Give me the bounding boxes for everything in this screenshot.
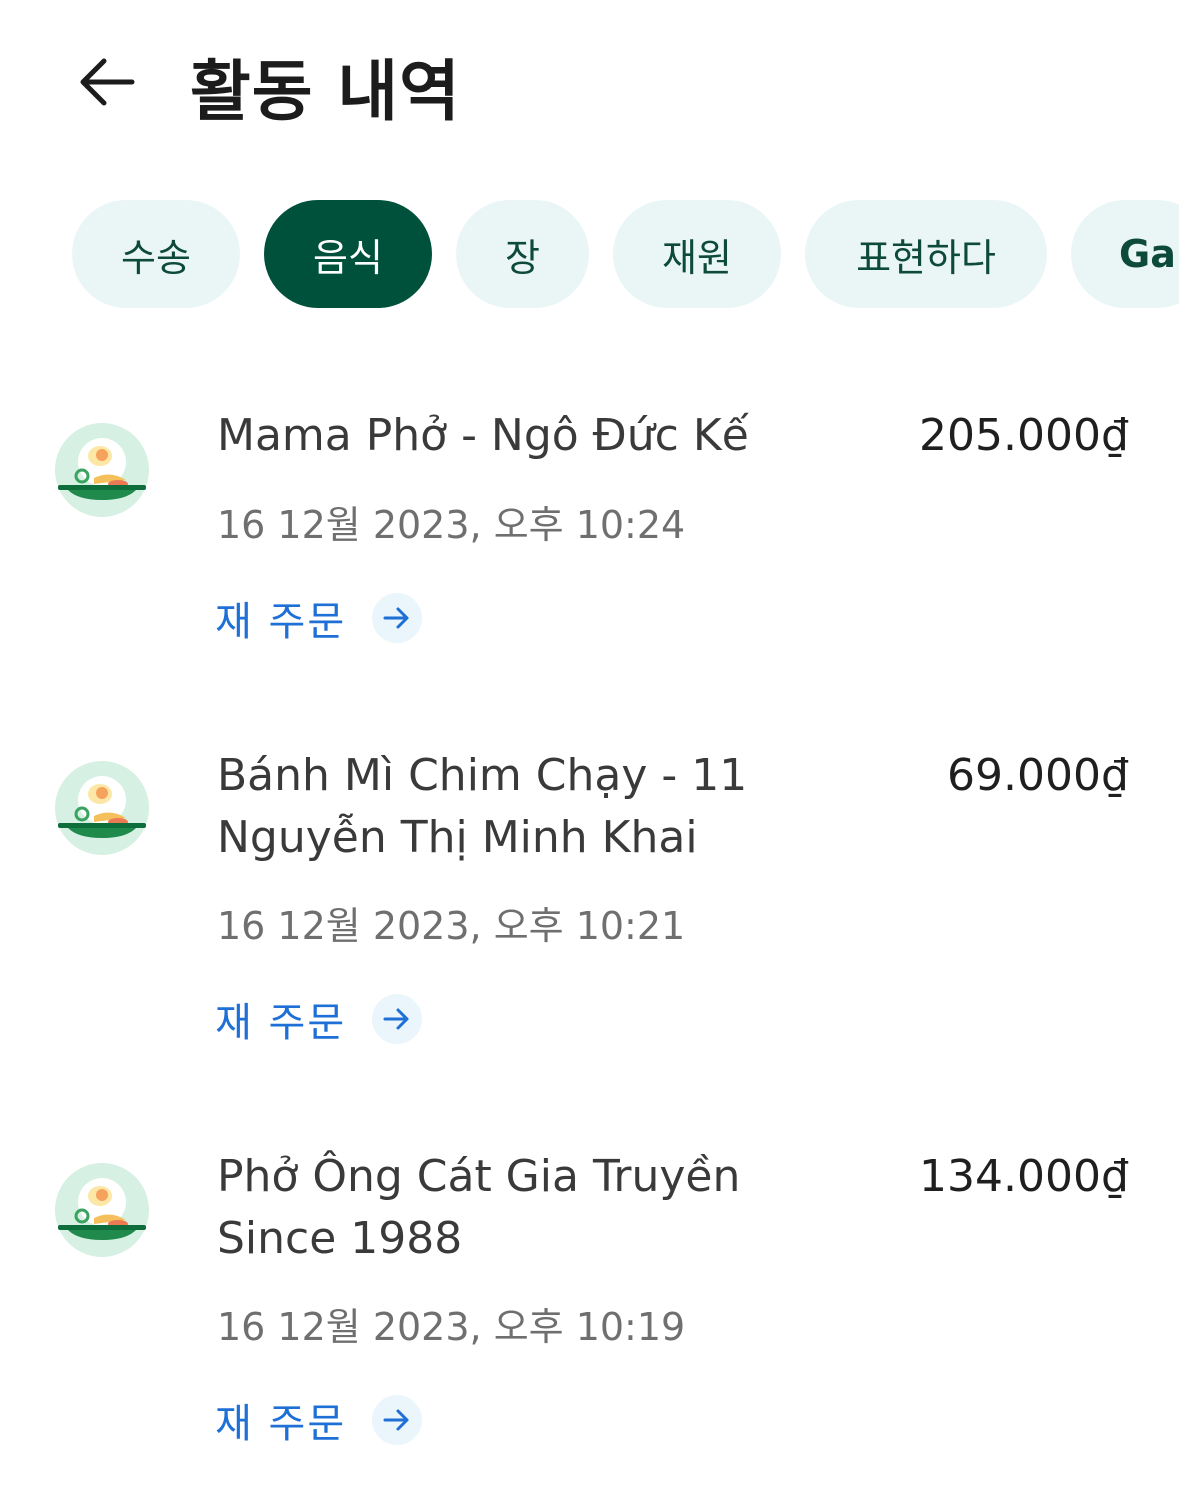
reorder-button[interactable]: 재 주문 xyxy=(215,1395,423,1447)
category-tabs: 수송 음식 장 재원 표현하다 Ga xyxy=(72,200,1179,308)
food-plate-icon xyxy=(55,1163,149,1257)
order-date: 16 12월 2023, 오후 10:24 xyxy=(217,503,686,547)
food-plate-icon xyxy=(55,761,149,855)
page-title: 활동 내역 xyxy=(190,53,461,130)
arrow-right-icon xyxy=(372,593,423,643)
store-name: Phở Ông Cát Gia Truyền Since 1988 xyxy=(217,1151,741,1264)
reorder-button[interactable]: 재 주문 xyxy=(215,994,423,1046)
tab-food[interactable]: 음식 xyxy=(264,200,432,308)
food-plate-icon xyxy=(55,423,149,517)
order-date: 16 12월 2023, 오후 10:19 xyxy=(217,1305,686,1349)
header: 활동 내역 xyxy=(0,0,1179,170)
tab-transport[interactable]: 수송 xyxy=(72,200,240,308)
tab-games[interactable]: Ga xyxy=(1071,200,1179,308)
tab-finance[interactable]: 재원 xyxy=(613,200,781,308)
arrow-left-icon xyxy=(80,58,135,106)
store-name: Bánh Mì Chim Chạy - 11 Nguyễn Thị Minh K… xyxy=(217,750,748,863)
order-price: 205.000₫ xyxy=(919,410,1129,461)
tab-express[interactable]: 표현하다 xyxy=(805,200,1047,308)
reorder-label: 재 주문 xyxy=(215,1401,347,1447)
arrow-right-icon xyxy=(372,1395,423,1445)
store-name: Mama Phở - Ngô Đức Kế xyxy=(217,410,749,461)
tab-mart[interactable]: 장 xyxy=(456,200,589,308)
order-date: 16 12월 2023, 오후 10:21 xyxy=(217,904,686,948)
reorder-label: 재 주문 xyxy=(215,599,347,645)
arrow-right-icon xyxy=(372,994,423,1044)
order-price: 69.000₫ xyxy=(947,750,1129,801)
reorder-label: 재 주문 xyxy=(215,1000,347,1046)
order-price: 134.000₫ xyxy=(919,1151,1129,1202)
reorder-button[interactable]: 재 주문 xyxy=(215,593,423,645)
back-button[interactable] xyxy=(70,45,144,119)
